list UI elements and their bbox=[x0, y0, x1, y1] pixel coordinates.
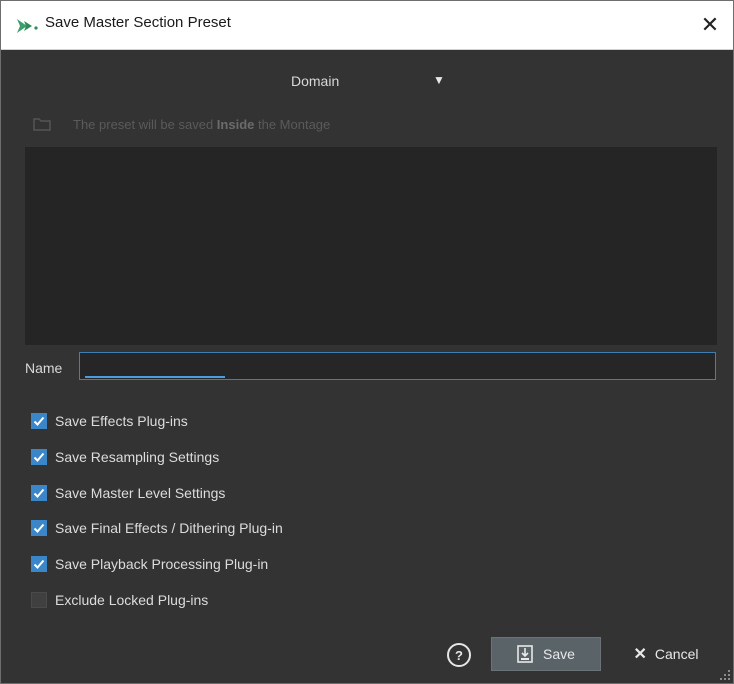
option-label: Save Effects Plug-ins bbox=[55, 413, 188, 429]
option-label: Save Playback Processing Plug-in bbox=[55, 556, 269, 572]
option-row[interactable]: Save Master Level Settings bbox=[31, 482, 225, 504]
preset-list[interactable] bbox=[25, 147, 717, 345]
info-suffix: the Montage bbox=[254, 117, 331, 132]
help-icon: ? bbox=[455, 647, 463, 663]
option-label: Save Resampling Settings bbox=[55, 449, 220, 465]
info-prefix: The preset will be saved bbox=[73, 117, 217, 132]
help-button[interactable]: ? bbox=[447, 643, 471, 667]
option-checkbox[interactable] bbox=[31, 520, 47, 536]
info-bold: Inside bbox=[216, 117, 255, 132]
save-label: Save bbox=[543, 646, 575, 662]
checkmark-icon bbox=[33, 416, 45, 426]
save-preset-dialog: Save Master Section Preset ✕ Domain ▼ Th… bbox=[0, 0, 734, 684]
close-button[interactable]: ✕ bbox=[687, 1, 733, 49]
option-label: Save Final Effects / Dithering Plug-in bbox=[55, 520, 283, 536]
save-icon bbox=[517, 645, 533, 663]
checkmark-icon bbox=[33, 452, 45, 462]
option-row[interactable]: Save Effects Plug-ins bbox=[31, 410, 188, 432]
save-location-text: The preset will be saved Inside the Mont… bbox=[73, 117, 330, 132]
folder-icon bbox=[33, 118, 51, 131]
domain-label: Domain bbox=[291, 73, 340, 89]
option-checkbox[interactable] bbox=[31, 556, 47, 572]
option-row[interactable]: Save Playback Processing Plug-in bbox=[31, 553, 268, 575]
option-label: Exclude Locked Plug-ins bbox=[55, 592, 209, 608]
checkmark-icon bbox=[33, 523, 45, 533]
option-checkbox[interactable] bbox=[31, 413, 47, 429]
checkmark-icon bbox=[33, 559, 45, 569]
name-label: Name bbox=[25, 360, 63, 376]
resize-grip-icon[interactable] bbox=[719, 669, 731, 681]
option-row[interactable]: Exclude Locked Plug-ins bbox=[31, 589, 208, 611]
dropdown-arrow-icon[interactable]: ▼ bbox=[433, 73, 445, 87]
save-button[interactable]: Save bbox=[491, 637, 601, 671]
option-checkbox[interactable] bbox=[31, 449, 47, 465]
option-label: Save Master Level Settings bbox=[55, 485, 226, 501]
cancel-label: Cancel bbox=[654, 646, 699, 662]
cancel-icon: ✕ bbox=[633, 646, 647, 663]
checkmark-icon bbox=[33, 488, 45, 498]
name-input-focus-indicator bbox=[85, 376, 225, 378]
domain-selector[interactable]: Domain ▼ bbox=[1, 67, 733, 97]
option-row[interactable]: Save Final Effects / Dithering Plug-in bbox=[31, 517, 283, 539]
dialog-title: Save Master Section Preset bbox=[45, 14, 231, 31]
option-checkbox[interactable] bbox=[31, 485, 47, 501]
option-row[interactable]: Save Resampling Settings bbox=[31, 446, 219, 468]
title-bar[interactable]: Save Master Section Preset ✕ bbox=[1, 1, 733, 50]
cancel-button[interactable]: ✕ Cancel bbox=[621, 637, 711, 671]
option-checkbox[interactable] bbox=[31, 592, 47, 608]
app-logo-icon bbox=[17, 19, 38, 33]
close-icon: ✕ bbox=[700, 12, 720, 37]
